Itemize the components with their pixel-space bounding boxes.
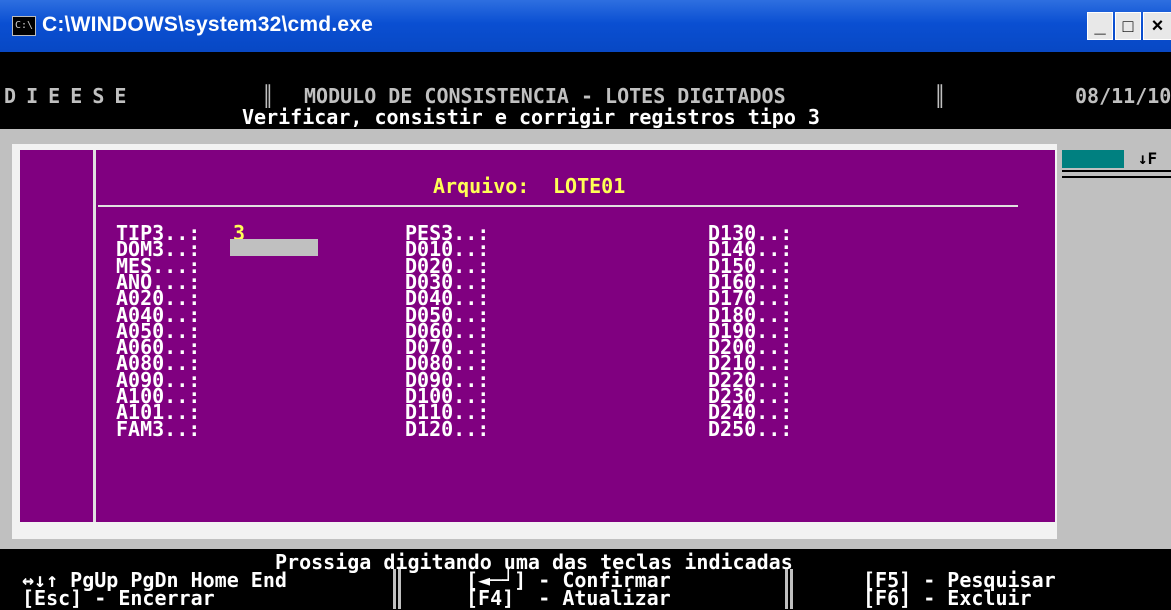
brand-label: D I E E S E [4, 84, 126, 108]
field-label: D120..: [405, 416, 490, 441]
maximize-button[interactable]: □ [1115, 12, 1141, 40]
window-title: C:\WINDOWS\system32\cmd.exe [42, 13, 374, 36]
side-line [1062, 176, 1171, 178]
close-button[interactable]: × [1143, 12, 1171, 40]
module-separator-left: ║ [262, 84, 275, 108]
side-key-label: ↓F [1124, 150, 1171, 168]
screen-subtitle: Verificar, consistir e corrigir registro… [242, 105, 820, 129]
arquivo-value: LOTE01 [553, 174, 626, 198]
side-progress-bar [1062, 150, 1124, 168]
arquivo-label: Arquivo: [433, 174, 530, 198]
esc-hint: [Esc] - Encerrar [22, 586, 215, 610]
header-date: 08/11/10 [1075, 84, 1171, 108]
f6-hint: [F6] - Excluir [863, 586, 1032, 610]
cmd-icon[interactable]: C:\ [12, 16, 36, 36]
dialog-divider [98, 205, 1018, 207]
footer-separator [790, 569, 793, 609]
module-separator-right: ║ [934, 84, 947, 108]
window-titlebar: C:\ C:\WINDOWS\system32\cmd.exe _ □ × [0, 0, 1171, 52]
field-label: D250..: [708, 416, 793, 441]
f4-hint: [F4] - Atualizar [466, 586, 671, 610]
minimize-button[interactable]: _ [1087, 12, 1113, 40]
module-title: MODULO DE CONSISTENCIA - LOTES DIGITADOS [304, 84, 786, 108]
footer-separator [393, 569, 396, 609]
field-label: FAM3..: [116, 416, 201, 441]
side-line [1062, 170, 1171, 172]
footer-separator [398, 569, 401, 609]
dom3-input[interactable] [230, 239, 318, 256]
console-area: D I E E S E ║ MODULO DE CONSISTENCIA - L… [0, 52, 1171, 609]
footer-separator [785, 569, 788, 609]
